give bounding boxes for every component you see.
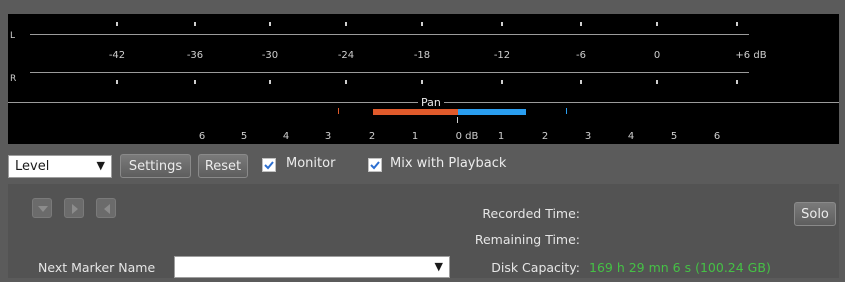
disk-capacity-label: Disk Capacity: [491,260,580,275]
db-scale-label: +6 dB [735,50,767,61]
pan-left-bar [373,109,458,115]
pan-scale-label: 5 [240,131,248,142]
disk-capacity-value: 169 h 29 mn 6 s (100.24 GB) [589,260,771,275]
db-tick [269,22,271,26]
db-tick [345,22,347,26]
db-scale-label: -30 [261,50,279,61]
pan-scale-label: 4 [627,131,635,142]
right-channel-label: R [10,74,17,84]
db-tick [501,22,503,26]
pan-scale-label: 2 [541,131,549,142]
level-meter: L R -42 -36 -30 -24 -18 -12 -6 0 +6 dB P… [8,14,839,144]
db-tick [345,80,347,84]
db-tick [736,22,738,26]
triangle-left-button[interactable] [96,198,116,218]
remaining-time-label: Remaining Time: [474,232,580,247]
triangle-down-button[interactable] [32,198,52,218]
left-channel-line [30,34,749,35]
pan-center-tick [457,117,458,123]
pan-scale-label: 6 [713,131,721,142]
db-tick [656,22,658,26]
pan-scale-label: 2 [368,131,376,142]
db-tick [501,80,503,84]
recording-panel: L R -42 -36 -30 -24 -18 -12 -6 0 +6 dB P… [0,0,845,282]
mix-with-playback-label: Mix with Playback [390,156,507,171]
db-tick [116,22,118,26]
recorded-time-label: Recorded Time: [482,206,580,221]
db-tick [421,80,423,84]
pan-scale-label: 5 [670,131,678,142]
pan-right-bar [458,109,526,115]
pan-scale-label: 1 [497,131,505,142]
db-tick [580,22,582,26]
db-tick [421,22,423,26]
right-channel-line [30,72,749,73]
pan-scale-label: 3 [584,131,592,142]
db-tick [736,80,738,84]
triangle-right-icon [72,204,78,214]
pan-scale-label: 4 [282,131,290,142]
pan-scale-label: 1 [411,131,419,142]
meter-mode-select[interactable]: Level ▼ [8,155,112,178]
left-channel-label: L [10,31,16,41]
db-tick [580,80,582,84]
pan-scale-label: 0 dB [455,131,479,142]
recording-status-area: Recorded Time: Remaining Time: Disk Capa… [8,184,839,278]
monitor-label: Monitor [286,156,336,171]
checkmark-icon [264,161,274,170]
db-tick [269,80,271,84]
db-scale-label: 0 [653,50,661,61]
mix-with-playback-checkbox[interactable] [368,158,382,172]
settings-button[interactable]: Settings [120,154,191,178]
pan-title: Pan [418,96,444,109]
triangle-right-button[interactable] [64,198,84,218]
chevron-down-icon: ▼ [434,260,443,273]
meter-mode-value: Level [15,159,50,174]
pan-right-peak-mark [566,108,567,114]
next-marker-name-select[interactable]: ▼ [174,256,450,278]
db-scale-label: -18 [413,50,431,61]
triangle-left-icon [104,204,110,214]
monitor-checkbox[interactable] [262,158,276,172]
db-scale-label: -6 [576,50,586,61]
pan-scale-label: 3 [324,131,332,142]
next-marker-name-label: Next Marker Name [38,260,156,275]
pan-scale-label: 6 [198,131,206,142]
reset-button[interactable]: Reset [198,154,248,178]
db-scale-label: -24 [337,50,355,61]
triangle-down-icon [38,206,48,212]
db-scale-label: -42 [108,50,126,61]
chevron-down-icon: ▼ [96,159,105,172]
checkmark-icon [370,161,380,170]
pan-left-peak-mark [338,108,339,114]
db-tick [656,80,658,84]
db-tick [194,22,196,26]
db-scale-label: -12 [493,50,511,61]
solo-button[interactable]: Solo [794,202,836,226]
db-tick [116,80,118,84]
meter-toolbar: Level ▼ Settings Reset Monitor Mix with … [8,150,839,180]
db-scale-label: -36 [186,50,204,61]
db-tick [194,80,196,84]
